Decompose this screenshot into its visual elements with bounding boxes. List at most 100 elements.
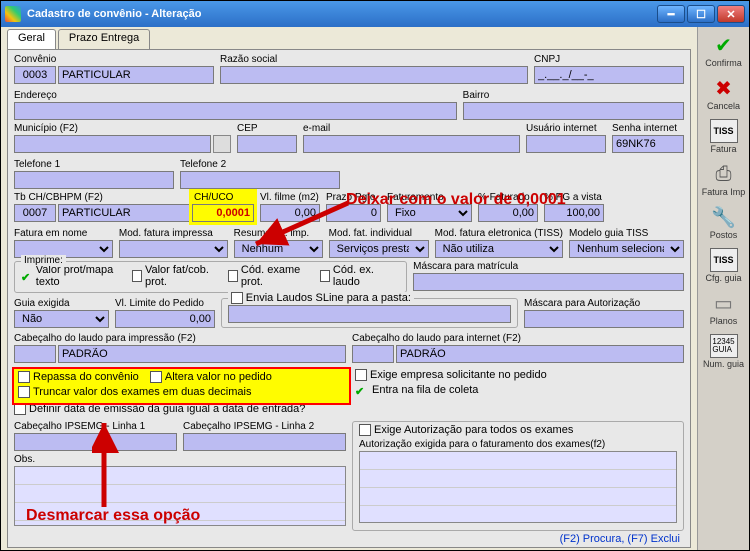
tab-geral[interactable]: Geral (7, 29, 56, 49)
cab-imp-code[interactable] (14, 345, 56, 363)
cab-net-name[interactable] (396, 345, 684, 363)
chk-cod-ex-laudo[interactable]: Cód. ex. laudo (320, 264, 393, 288)
chk-exige-emp[interactable]: Exige empresa solicitante no pedido (355, 369, 547, 381)
planos-button[interactable]: ▭Planos (701, 291, 747, 326)
envia-laudos-input[interactable] (228, 305, 511, 323)
close-button[interactable]: ✕ (717, 5, 745, 23)
lbl-municipio: Município (F2) (14, 123, 231, 134)
lbl-bairro: Bairro (463, 90, 684, 101)
convenio-name-input[interactable] (58, 66, 214, 84)
tel2-input[interactable] (180, 171, 340, 189)
lbl-cab-imp: Cabeçalho do laudo para impressão (F2) (14, 333, 346, 344)
lbl-cab-ips1: Cabeçalho IPSEMG - Linha 1 (14, 421, 177, 432)
lbl-tel1: Telefone 1 (14, 159, 174, 170)
resumo-select[interactable]: Nenhum (234, 240, 323, 258)
lbl-obs: Obs. (14, 454, 346, 465)
chuco-input[interactable] (192, 204, 254, 222)
footer-hint: (F2) Procura, (F7) Exclui (560, 533, 680, 545)
bairro-input[interactable] (463, 102, 684, 120)
chk-valor-prot[interactable]: ✔Valor prot/mapa texto (21, 264, 124, 288)
masc-mat-input[interactable] (413, 273, 684, 291)
pct-fat-input[interactable] (478, 204, 538, 222)
postos-button[interactable]: 🔧Postos (701, 205, 747, 240)
fatura-button[interactable]: TISSFatura (701, 119, 747, 154)
email-input[interactable] (303, 135, 520, 153)
tbch-code-input[interactable] (14, 204, 56, 222)
lbl-imprime: Imprime: (21, 255, 66, 266)
lbl-pct-pg: % PG a vista (544, 192, 604, 203)
chk-exige-auth[interactable]: Exige Autorização para todos os exames (359, 424, 573, 436)
faturamento-select[interactable]: Fixo (387, 204, 472, 222)
masc-auth-input[interactable] (524, 310, 684, 328)
cab-ips2-input[interactable] (183, 433, 346, 451)
municipio-lookup-button[interactable] (213, 135, 231, 153)
chk-definir-data[interactable]: Definir data de emissão da guia igual a … (14, 403, 305, 415)
chk-altera-valor[interactable]: Altera valor no pedido (150, 371, 272, 383)
lbl-email: e-mail (303, 123, 520, 134)
lbl-cnpj: CNPJ (534, 54, 684, 65)
mod-fat-ind-select[interactable]: Serviços prestad (329, 240, 429, 258)
fatura-imp-button[interactable]: ⎙Fatura Imp (701, 162, 747, 197)
lbl-fat-nome: Fatura em nome (14, 228, 113, 239)
municipio-input[interactable] (14, 135, 211, 153)
lbl-resumo: Resumo fat. imp. (234, 228, 323, 239)
chk-cod-exame[interactable]: Cód. exame prot. (228, 264, 312, 288)
tbch-name-input[interactable] (58, 204, 208, 222)
lbl-usuario-net: Usuário internet (526, 123, 606, 134)
obs-textarea[interactable] (14, 466, 346, 526)
tab-prazo[interactable]: Prazo Entrega (58, 29, 150, 49)
cancela-button[interactable]: ✖Cancela (701, 76, 747, 111)
confirma-button[interactable]: ✔Confirma (701, 33, 747, 68)
lbl-endereco: Endereço (14, 90, 457, 101)
window-title: Cadastro de convênio - Alteração (27, 8, 655, 20)
num-guia-button[interactable]: 12345GUIANum. guia (701, 334, 747, 369)
cep-input[interactable] (237, 135, 297, 153)
auth-grid[interactable] (359, 451, 677, 523)
cancel-icon: ✖ (710, 76, 738, 100)
lbl-vlfilme: Vl. filme (m2) (260, 192, 320, 203)
pct-pg-input[interactable] (544, 204, 604, 222)
mod-tiss-select[interactable]: Não utiliza (435, 240, 563, 258)
chk-entra-fila[interactable]: ✔Entra na fila de coleta (355, 384, 478, 396)
sidebar: ✔Confirma ✖Cancela TISSFatura ⎙Fatura Im… (697, 27, 749, 550)
chk-truncar[interactable]: Truncar valor dos exames em duas decimai… (18, 386, 251, 398)
lbl-pct-fat: % Faturado (478, 192, 538, 203)
minimize-button[interactable]: ━ (657, 5, 685, 23)
cab-ips1-input[interactable] (14, 433, 177, 451)
lbl-convenio: Convênio (14, 54, 214, 65)
convenio-code-input[interactable] (14, 66, 56, 84)
lbl-tel2: Telefone 2 (180, 159, 340, 170)
content-area: Geral Prazo Entrega Convênio Razão socia… (1, 27, 749, 550)
app-icon (5, 6, 21, 22)
lbl-guia-exig: Guia exigida (14, 298, 109, 309)
lbl-mod-tiss: Mod. fatura eletronica (TISS) (435, 228, 563, 239)
chk-repassa[interactable]: Repassa do convênio (18, 371, 139, 383)
tiss-icon: TISS (710, 119, 738, 143)
num-icon: 12345GUIA (710, 334, 738, 358)
cfg-guia-button[interactable]: TISSCfg. guia (701, 248, 747, 283)
prazo-pgto-input[interactable] (326, 204, 381, 222)
razao-input[interactable] (220, 66, 528, 84)
lbl-mod-fat-imp: Mod. fatura impressa (119, 228, 228, 239)
modelo-guia-select[interactable]: Nenhum selecionado (569, 240, 684, 258)
planos-icon: ▭ (710, 291, 738, 315)
cnpj-input[interactable] (534, 66, 684, 84)
form-panel: Convênio Razão social CNPJ (7, 49, 691, 548)
lbl-masc-auth: Máscara para Autorização (524, 298, 684, 309)
app-window: Cadastro de convênio - Alteração ━ ☐ ✕ G… (0, 0, 750, 551)
cab-net-code[interactable] (352, 345, 394, 363)
vlfilme-input[interactable] (260, 204, 320, 222)
guia-exig-select[interactable]: Não (14, 310, 109, 328)
vl-limite-input[interactable] (115, 310, 215, 328)
cab-imp-name[interactable] (58, 345, 346, 363)
tel1-input[interactable] (14, 171, 174, 189)
chk-valor-fat[interactable]: Valor fat/cob. prot. (132, 264, 220, 288)
endereco-input[interactable] (14, 102, 457, 120)
mod-fat-imp-select[interactable] (119, 240, 228, 258)
senha-net-input[interactable] (612, 135, 684, 153)
maximize-button[interactable]: ☐ (687, 5, 715, 23)
titlebar: Cadastro de convênio - Alteração ━ ☐ ✕ (1, 1, 749, 27)
lbl-cab-net: Cabeçalho do laudo para internet (F2) (352, 333, 684, 344)
usuario-net-input[interactable] (526, 135, 606, 153)
tab-bar: Geral Prazo Entrega (7, 29, 691, 49)
